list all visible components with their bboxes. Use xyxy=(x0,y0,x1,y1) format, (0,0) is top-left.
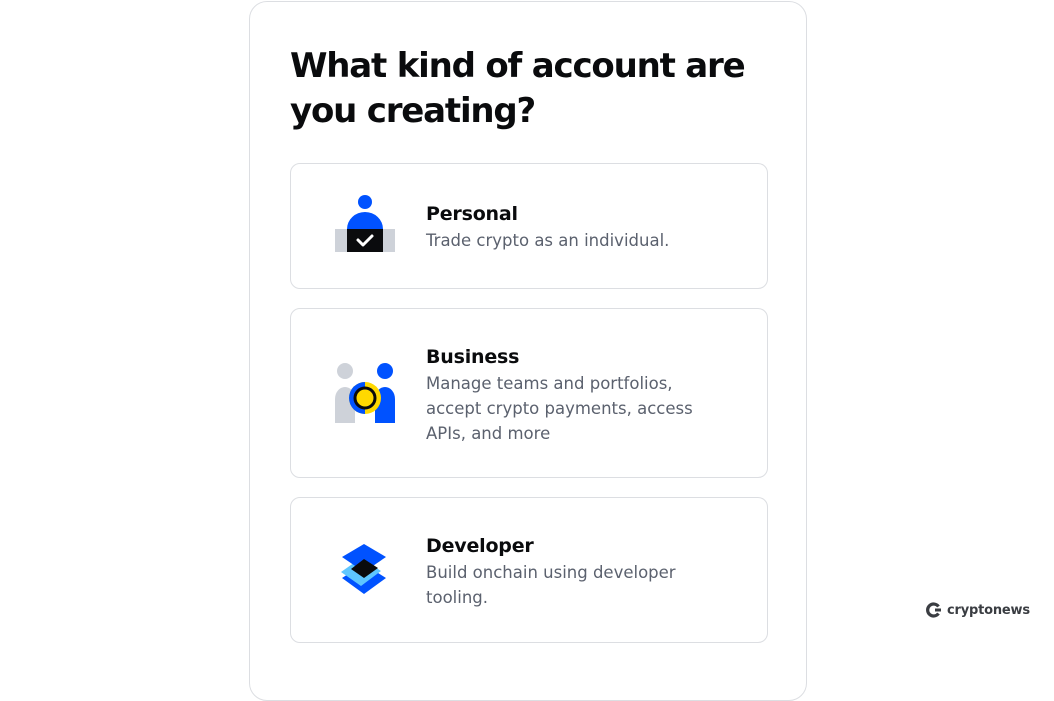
layered-diamond-icon xyxy=(341,544,386,594)
option-title-developer: Developer xyxy=(426,535,534,557)
option-description-business: Manage teams and portfolios, accept cryp… xyxy=(426,374,693,443)
person-checkbox-icon xyxy=(335,195,395,252)
option-card-personal[interactable]: Personal Trade crypto as an individual. xyxy=(290,163,768,289)
cryptonews-logo-icon xyxy=(926,602,941,618)
option-title-business: Business xyxy=(426,346,520,368)
option-text-business: Business Manage teams and portfolios, ac… xyxy=(426,344,726,446)
option-description-personal: Trade crypto as an individual. xyxy=(426,231,670,250)
account-type-panel: What kind of account are you creating? P… xyxy=(249,1,807,701)
business-people-icon xyxy=(335,363,395,423)
option-card-developer[interactable]: Developer Build onchain using developer … xyxy=(290,497,768,643)
option-text-developer: Developer Build onchain using developer … xyxy=(426,533,726,610)
option-description-developer: Build onchain using developer tooling. xyxy=(426,563,676,607)
option-title-personal: Personal xyxy=(426,203,518,225)
page-title: What kind of account are you creating? xyxy=(290,46,746,131)
option-text-personal: Personal Trade crypto as an individual. xyxy=(426,201,726,253)
watermark-text: cryptonews xyxy=(947,602,1030,618)
option-card-business[interactable]: Business Manage teams and portfolios, ac… xyxy=(290,308,768,478)
cryptonews-watermark: cryptonews xyxy=(926,600,1030,620)
